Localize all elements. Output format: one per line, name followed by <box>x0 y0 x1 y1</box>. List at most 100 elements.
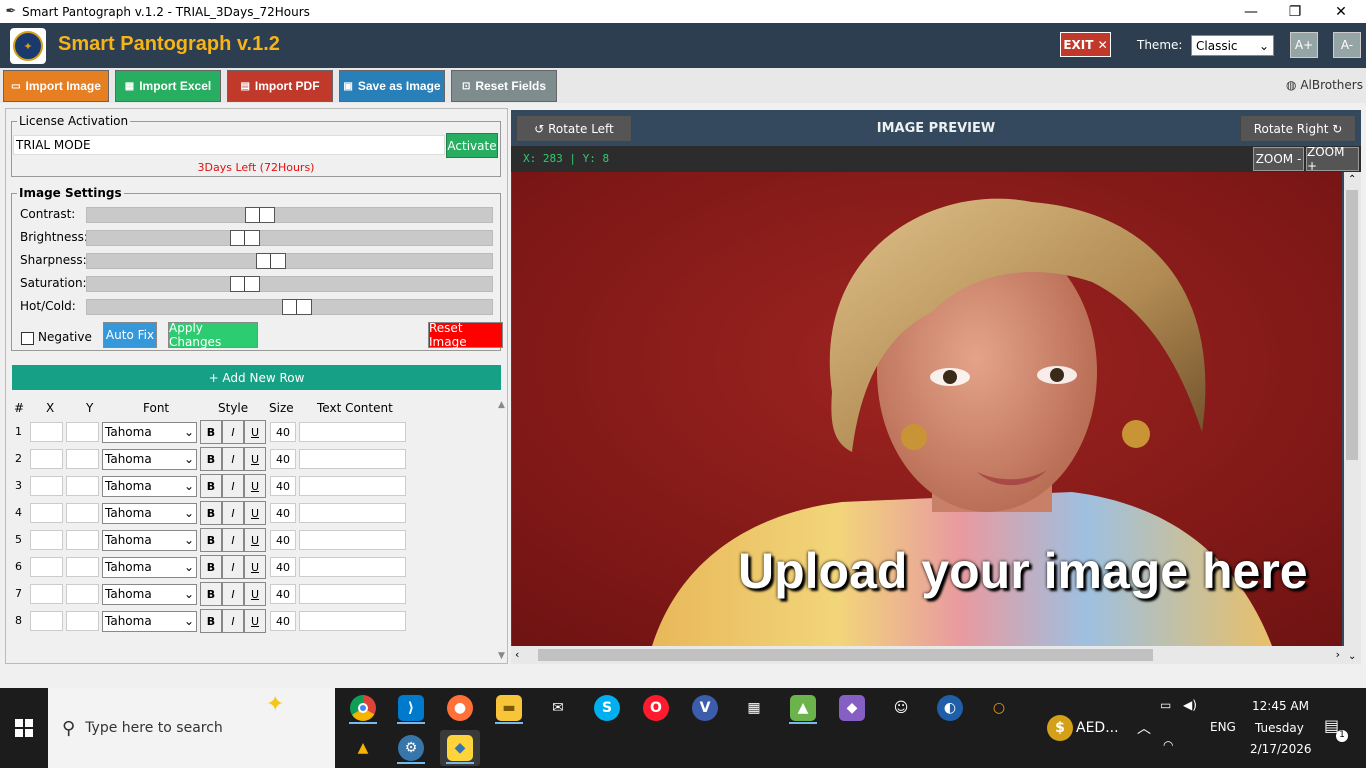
row-x-input[interactable] <box>30 476 63 496</box>
row-bold-button[interactable]: B <box>200 555 222 579</box>
row-size-input[interactable]: 40 <box>270 422 296 442</box>
row-italic-button[interactable]: I <box>222 609 244 633</box>
currency-widget-icon[interactable]: $ <box>1040 710 1080 746</box>
row-size-input[interactable]: 40 <box>270 503 296 523</box>
row-y-input[interactable] <box>66 422 99 442</box>
firefox-taskbar-icon[interactable]: ● <box>440 690 480 726</box>
vscode-taskbar-icon[interactable]: ⟩ <box>391 690 431 726</box>
font-decrease-button[interactable]: A- <box>1333 32 1361 58</box>
scroll-left-icon[interactable]: ‹ <box>515 648 519 661</box>
hotcold-slider-thumb[interactable] <box>282 299 312 315</box>
scroll-up-icon[interactable]: ⌃ <box>1348 174 1356 185</box>
row-x-input[interactable] <box>30 557 63 577</box>
row-y-input[interactable] <box>66 476 99 496</box>
apply-changes-button[interactable]: Apply Changes <box>168 321 258 349</box>
row-underline-button[interactable]: U <box>244 447 266 471</box>
sharpness-slider-thumb[interactable] <box>256 253 286 269</box>
row-italic-button[interactable]: I <box>222 474 244 498</box>
row-text-input[interactable] <box>299 476 406 496</box>
reset-fields-button[interactable]: ⊡ Reset Fields <box>451 70 557 102</box>
scroll-right-icon[interactable]: › <box>1336 648 1340 661</box>
row-underline-button[interactable]: U <box>244 501 266 525</box>
clock-date[interactable]: 2/17/2026 <box>1250 742 1312 756</box>
auto-fix-button[interactable]: Auto Fix <box>103 322 157 348</box>
row-x-input[interactable] <box>30 503 63 523</box>
row-text-input[interactable] <box>299 584 406 604</box>
save-image-button[interactable]: ▣ Save as Image <box>339 70 445 102</box>
row-size-input[interactable]: 40 <box>270 449 296 469</box>
alpaca-app-taskbar-icon[interactable]: ☺ <box>881 690 921 726</box>
row-italic-button[interactable]: I <box>222 555 244 579</box>
row-size-input[interactable]: 40 <box>270 530 296 550</box>
preview-hscroll-thumb[interactable] <box>538 649 1153 661</box>
calculator-taskbar-icon[interactable]: ▦ <box>734 690 774 726</box>
brightness-slider[interactable] <box>86 230 493 246</box>
rotate-right-button[interactable]: Rotate Right ↻ <box>1240 115 1356 142</box>
scroll-down-icon[interactable]: ⌄ <box>1348 651 1356 662</box>
row-x-input[interactable] <box>30 584 63 604</box>
row-underline-button[interactable]: U <box>244 528 266 552</box>
skype-taskbar-icon[interactable]: S <box>587 690 627 726</box>
chevron-up-icon[interactable]: ︿ <box>1137 718 1151 738</box>
preview-vscroll-thumb[interactable] <box>1346 190 1358 460</box>
restore-button[interactable]: ❐ <box>1272 0 1318 23</box>
row-text-input[interactable] <box>299 449 406 469</box>
close-button[interactable]: ✕ <box>1318 0 1364 23</box>
saturation-slider-thumb[interactable] <box>230 276 260 292</box>
row-y-input[interactable] <box>66 584 99 604</box>
preview-vertical-scrollbar[interactable]: ⌃ ⌄ <box>1344 172 1361 664</box>
currency-widget-text[interactable]: AED... <box>1076 720 1119 736</box>
visual-studio-taskbar-icon[interactable]: ◆ <box>832 690 872 726</box>
row-text-input[interactable] <box>299 422 406 442</box>
row-bold-button[interactable]: B <box>200 420 222 444</box>
row-font-select[interactable]: Tahoma ⌄ <box>102 449 197 470</box>
taskbar-search[interactable]: ⚲ Type here to search ✦ <box>48 688 335 768</box>
python-idle-taskbar-icon[interactable]: ⚙ <box>391 730 431 766</box>
row-size-input[interactable]: 40 <box>270 476 296 496</box>
start-button[interactable] <box>0 688 48 768</box>
row-font-select[interactable]: Tahoma ⌄ <box>102 611 197 632</box>
lightbulb-app-taskbar-icon[interactable]: ○ <box>979 690 1019 726</box>
row-font-select[interactable]: Tahoma ⌄ <box>102 422 197 443</box>
row-font-select[interactable]: Tahoma ⌄ <box>102 476 197 497</box>
opera-taskbar-icon[interactable]: O <box>636 690 676 726</box>
python-taskbar-icon[interactable]: ◆ <box>440 730 480 766</box>
google-drive-taskbar-icon[interactable]: ▲ <box>343 730 383 766</box>
row-y-input[interactable] <box>66 503 99 523</box>
row-italic-button[interactable]: I <box>222 582 244 606</box>
row-font-select[interactable]: Tahoma ⌄ <box>102 530 197 551</box>
row-underline-button[interactable]: U <box>244 609 266 633</box>
row-text-input[interactable] <box>299 611 406 631</box>
row-y-input[interactable] <box>66 449 99 469</box>
row-text-input[interactable] <box>299 557 406 577</box>
import-pdf-button[interactable]: ▤ Import PDF <box>227 70 333 102</box>
contrast-slider-thumb[interactable] <box>245 207 275 223</box>
theme-select[interactable]: Classic ⌄ <box>1191 35 1274 56</box>
vivaldi-taskbar-icon[interactable]: V <box>685 690 725 726</box>
row-underline-button[interactable]: U <box>244 555 266 579</box>
row-italic-button[interactable]: I <box>222 420 244 444</box>
zoom-out-button[interactable]: ZOOM - <box>1253 147 1304 171</box>
row-underline-button[interactable]: U <box>244 474 266 498</box>
row-y-input[interactable] <box>66 557 99 577</box>
scroll-up-icon[interactable]: ▲ <box>498 400 505 410</box>
row-x-input[interactable] <box>30 530 63 550</box>
row-italic-button[interactable]: I <box>222 528 244 552</box>
scroll-down-icon[interactable]: ▼ <box>498 651 505 661</box>
row-y-input[interactable] <box>66 530 99 550</box>
image-canvas[interactable]: Upload your image here <box>512 172 1342 646</box>
row-size-input[interactable]: 40 <box>270 611 296 631</box>
row-text-input[interactable] <box>299 503 406 523</box>
chart-app-taskbar-icon[interactable]: ▲ <box>783 690 823 726</box>
row-underline-button[interactable]: U <box>244 420 266 444</box>
exit-button[interactable]: EXIT ✕ <box>1060 32 1111 57</box>
preview-horizontal-scrollbar[interactable]: ‹ › <box>511 646 1344 664</box>
license-input[interactable]: TRIAL MODE <box>13 135 445 155</box>
chrome-taskbar-icon[interactable] <box>343 690 383 726</box>
hotcold-slider[interactable] <box>86 299 493 315</box>
import-excel-button[interactable]: ▦ Import Excel <box>115 70 221 102</box>
minimize-button[interactable]: — <box>1228 0 1274 23</box>
activate-button[interactable]: Activate <box>446 133 498 158</box>
row-x-input[interactable] <box>30 449 63 469</box>
row-bold-button[interactable]: B <box>200 609 222 633</box>
